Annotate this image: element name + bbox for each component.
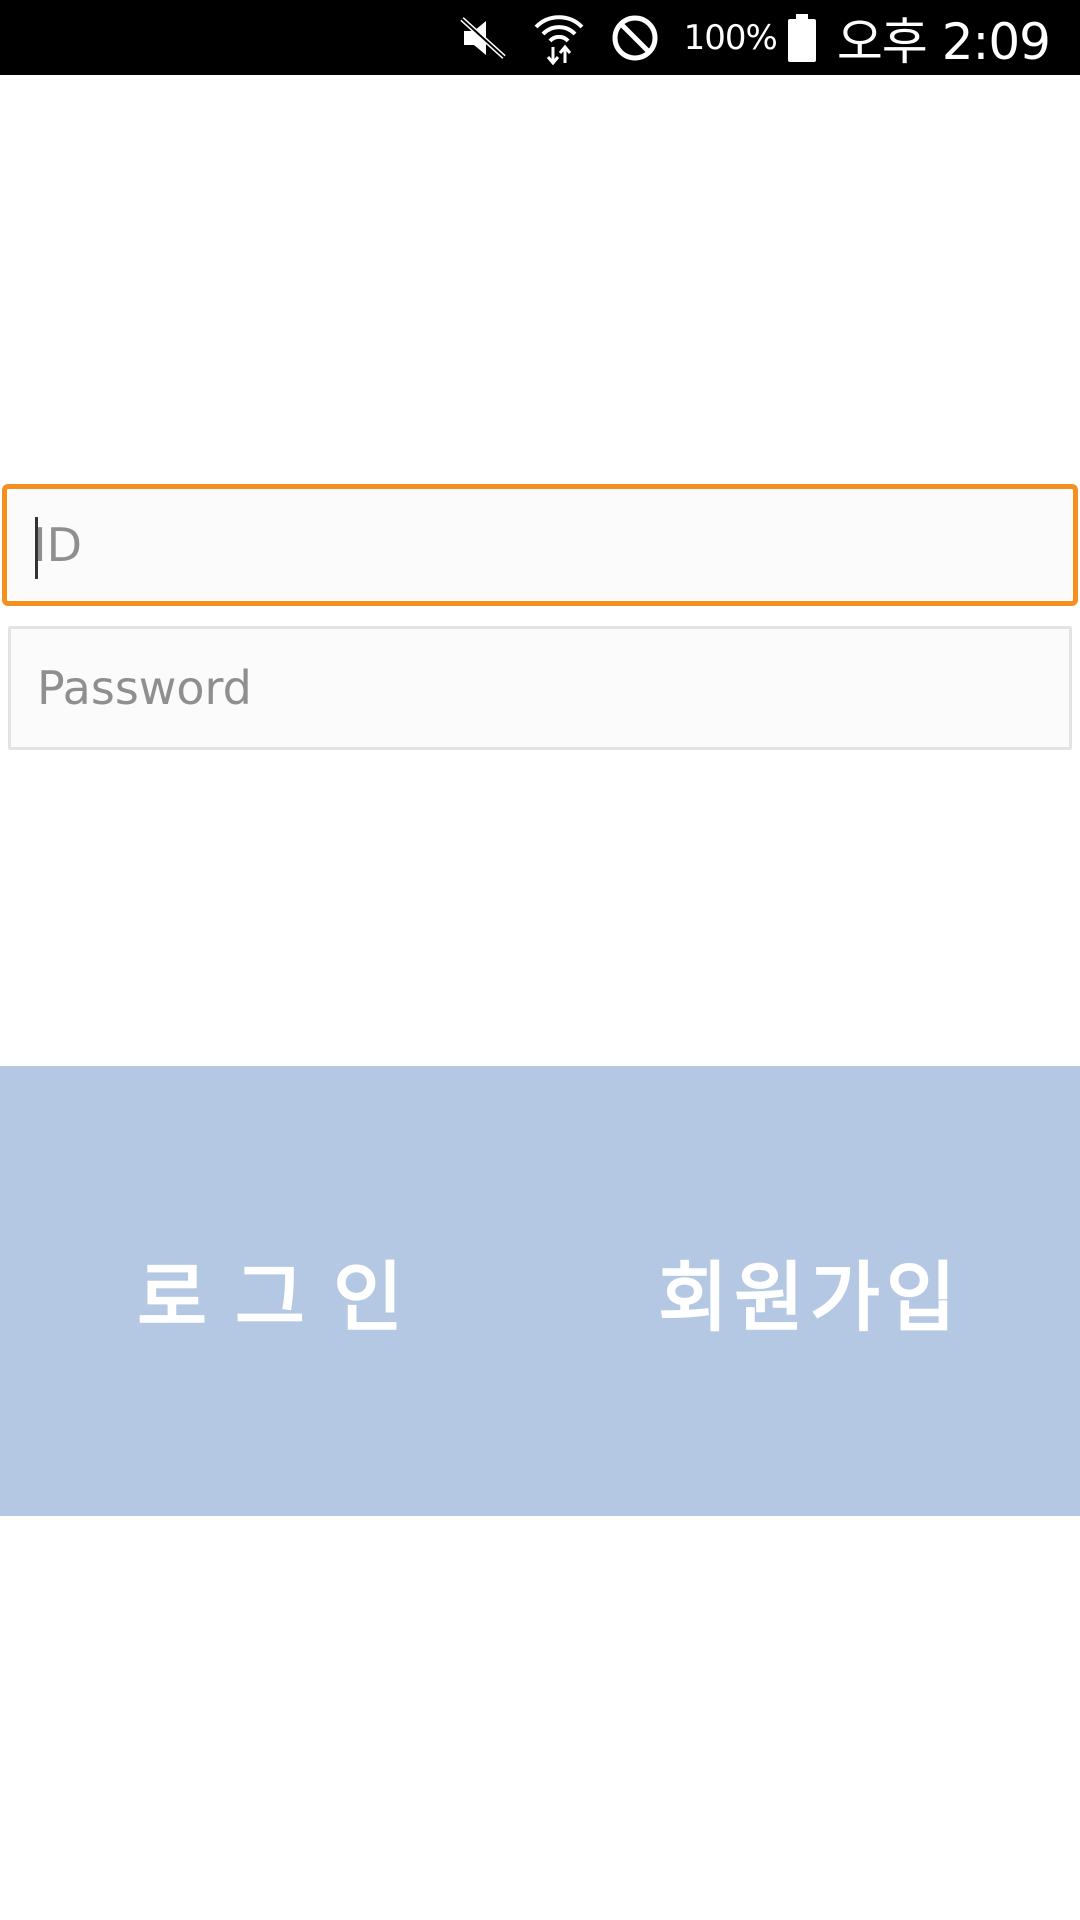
mute-icon <box>458 15 508 61</box>
login-button[interactable]: 로그인 <box>0 1066 540 1516</box>
login-button-label: 로그인 <box>137 1253 431 1342</box>
id-input[interactable] <box>7 489 1073 601</box>
id-field[interactable] <box>2 484 1078 606</box>
signup-button-label: 회원가입 <box>658 1253 962 1342</box>
clock: 오후 2:09 <box>836 12 1051 71</box>
status-icons: 100% 오후 2:09 <box>458 0 1051 75</box>
battery-percent: 100% <box>683 17 778 58</box>
wifi-icon <box>532 11 586 65</box>
status-bar: 100% 오후 2:09 <box>0 0 1080 75</box>
action-panel: 로그인 회원가입 <box>0 1066 1080 1516</box>
password-field[interactable] <box>8 626 1072 750</box>
block-icon <box>610 13 660 63</box>
password-input[interactable] <box>11 629 1069 747</box>
text-cursor <box>35 517 38 579</box>
battery-icon <box>787 13 817 62</box>
signup-button[interactable]: 회원가입 <box>540 1066 1080 1516</box>
